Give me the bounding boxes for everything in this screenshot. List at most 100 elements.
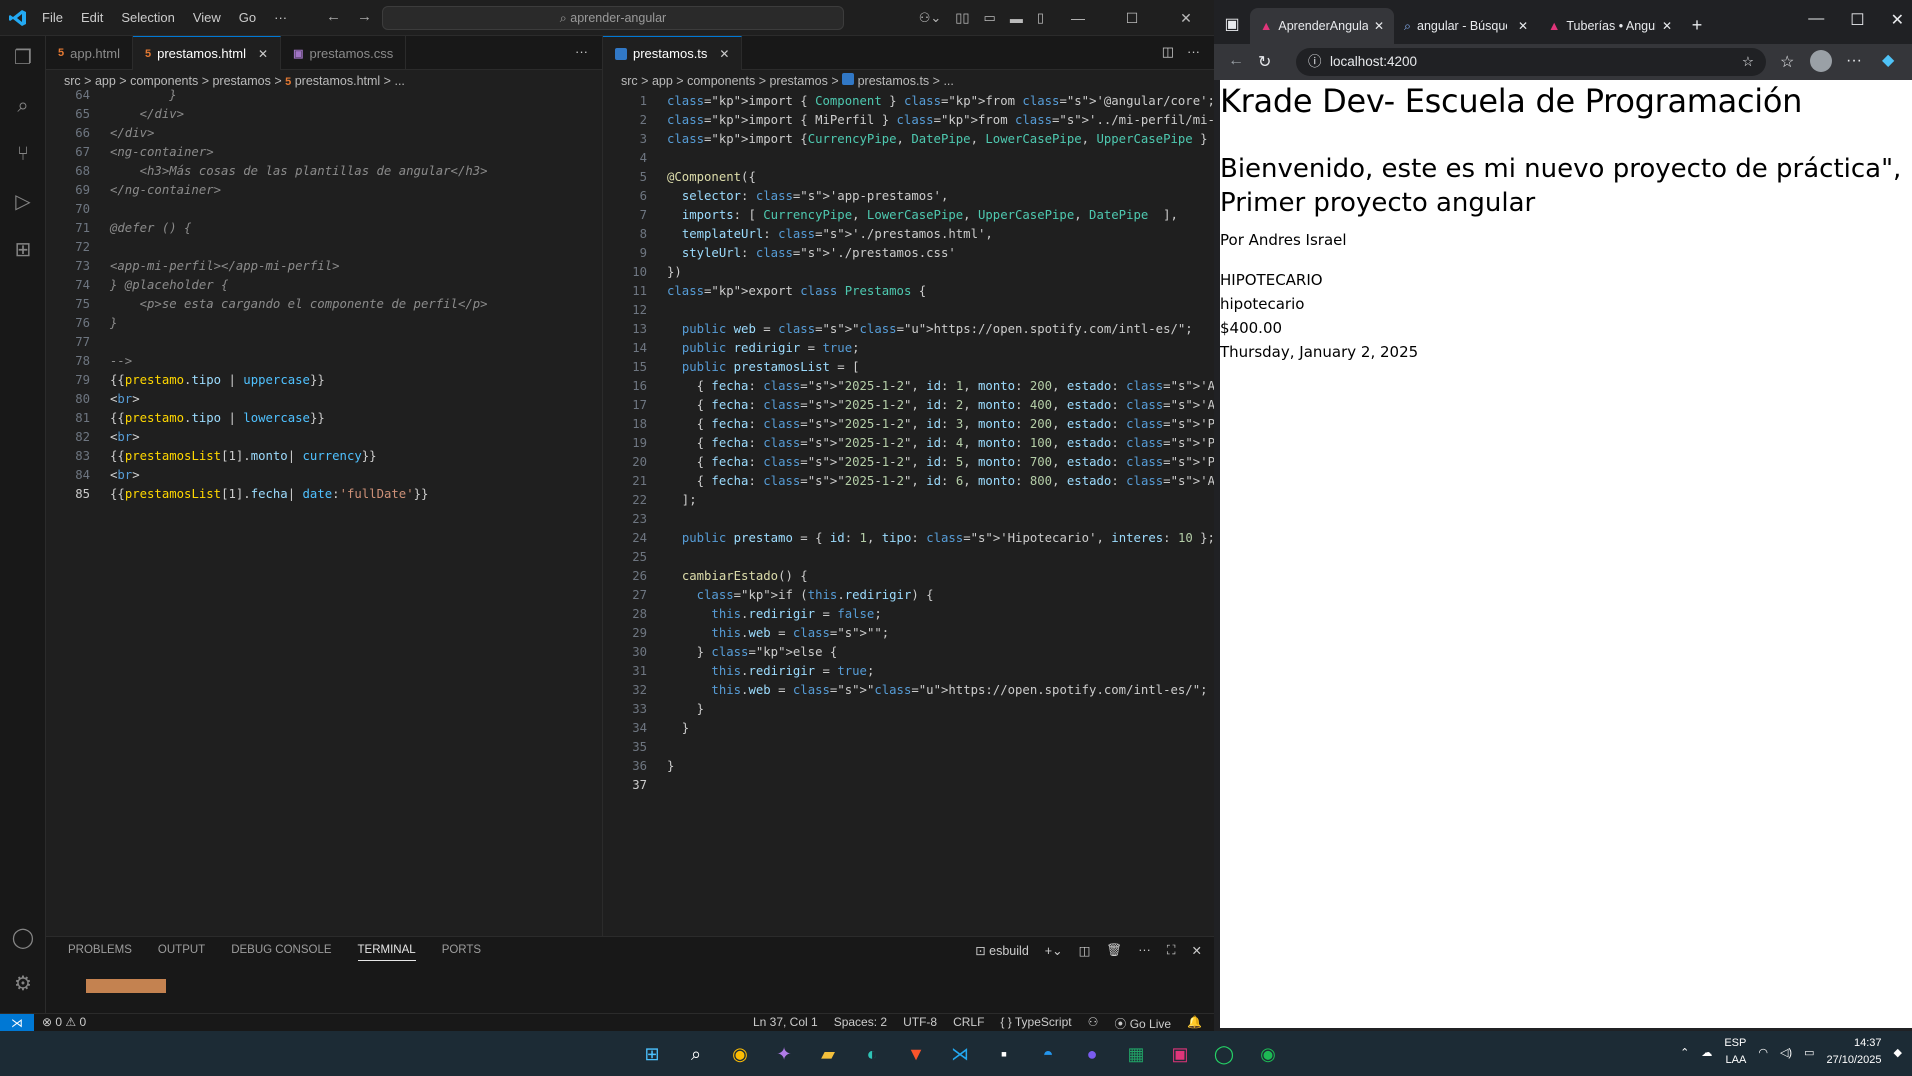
explorer-icon[interactable]: ❐ <box>11 46 35 70</box>
code-line[interactable]: 65 </div> <box>46 105 602 124</box>
chrome-icon[interactable]: ◉ <box>724 1038 756 1070</box>
split-editor-icon[interactable]: ◫ <box>1162 44 1174 60</box>
code-line[interactable]: 37 <box>603 776 1214 795</box>
file-explorer-icon[interactable]: ▰ <box>812 1038 844 1070</box>
code-line[interactable]: 79 {{prestamo.tipo | uppercase}} <box>46 371 602 390</box>
menu-edit[interactable]: Edit <box>81 10 103 25</box>
code-line[interactable]: 71 @defer () { <box>46 219 602 238</box>
more-actions-icon[interactable]: ··· <box>1138 943 1151 958</box>
maximize-icon[interactable]: ☐ <box>1112 10 1152 27</box>
code-line[interactable]: 5 @Component({ <box>603 168 1214 187</box>
browser-tab-aprender-angular[interactable]: ▲ AprenderAngular ✕ <box>1250 8 1394 44</box>
maximize-icon[interactable]: ☐ <box>1850 10 1864 30</box>
code-line[interactable]: 12 <box>603 301 1214 320</box>
code-line[interactable]: 19 { fecha: class="s">"2025-1-2", id: 4,… <box>603 434 1304 453</box>
code-line[interactable]: 22 ]; <box>603 491 1214 510</box>
notifications-bell-icon[interactable]: 🔔 <box>1187 1015 1202 1032</box>
code-line[interactable]: 10}) <box>603 263 1214 282</box>
close-tab-icon[interactable]: ✕ <box>1518 19 1528 33</box>
menu-file[interactable]: File <box>42 10 63 25</box>
windows-start-icon[interactable]: ⊞ <box>636 1038 668 1070</box>
code-line[interactable]: 7 imports: [ CurrencyPipe, LowerCasePipe… <box>603 206 1214 225</box>
profile-avatar[interactable] <box>1810 50 1832 72</box>
code-line[interactable]: 76} <box>46 314 602 333</box>
toggle-sidebar-icon[interactable]: ▭ <box>984 10 996 26</box>
code-line[interactable]: 28 this.redirigir = false; <box>603 605 1214 624</box>
code-line[interactable]: 74} @placeholder { <box>46 276 602 295</box>
tab-output[interactable]: OUTPUT <box>158 944 205 961</box>
code-line[interactable]: 29 this.web = class="s">""; <box>603 624 1214 643</box>
toggle-panel-icon[interactable]: ▬ <box>1010 11 1023 26</box>
tab-debug-console[interactable]: DEBUG CONSOLE <box>231 944 331 961</box>
code-line[interactable]: 83 {{prestamosList[1].monto| currency}} <box>46 447 602 466</box>
code-line[interactable]: 16 { fecha: class="s">"2025-1-2", id: 1,… <box>603 377 1296 396</box>
back-arrow-icon[interactable]: ← <box>1228 52 1244 70</box>
terminal-selector[interactable]: ⊡ esbuild <box>975 943 1029 958</box>
code-line[interactable]: 85 {{prestamosList[1].fecha| date:'fullDa… <box>46 485 602 504</box>
breadcrumb-item[interactable]: prestamos.ts <box>858 74 930 88</box>
breadcrumb-item[interactable]: components <box>687 74 755 88</box>
extensions-icon[interactable]: ⊞ <box>11 238 35 262</box>
code-line[interactable]: 17 { fecha: class="s">"2025-1-2", id: 2,… <box>603 396 1296 415</box>
cloud-icon[interactable]: ☁ <box>1701 1046 1712 1059</box>
vscode-icon[interactable]: ⋊ <box>944 1038 976 1070</box>
code-editor-ts[interactable]: 1 class="kp">import { Component } class="… <box>603 92 1356 795</box>
code-line[interactable]: 23 <box>603 510 1214 529</box>
indentation[interactable]: Spaces: 2 <box>834 1015 887 1032</box>
copilot-status-icon[interactable]: ⚇ <box>1088 1015 1099 1032</box>
tab-prestamos-css[interactable]: ▣ prestamos.css <box>281 36 407 70</box>
tab-prestamos-html[interactable]: 5 prestamos.html ✕ <box>133 36 282 70</box>
code-line[interactable]: 26 cambiarEstado() { <box>603 567 1214 586</box>
code-line[interactable]: 69 </ng-container> <box>46 181 602 200</box>
toggle-secondary-icon[interactable]: ▯ <box>1037 10 1044 26</box>
code-line[interactable]: 84 <br> <box>46 466 602 485</box>
code-line[interactable]: 8 templateUrl: class="s">'./prestamos.ht… <box>603 225 1214 244</box>
tab-actions-icon[interactable]: ▣ <box>1214 14 1250 44</box>
search-icon[interactable]: ⌕ <box>11 94 35 118</box>
code-line[interactable]: 9 styleUrl: class="s">'./prestamos.css' <box>603 244 1214 263</box>
back-arrow-icon[interactable]: ← <box>326 8 341 25</box>
code-line[interactable]: 80 <br> <box>46 390 602 409</box>
code-line[interactable]: 3 class="kp">import {CurrencyPipe, DatePi… <box>603 130 1356 149</box>
line-ending[interactable]: CRLF <box>953 1015 984 1032</box>
forward-arrow-icon[interactable]: → <box>357 8 372 25</box>
source-control-icon[interactable]: ⑂ <box>11 142 35 166</box>
breadcrumb-item[interactable]: src <box>621 74 638 88</box>
close-icon[interactable]: ✕ <box>1891 10 1904 30</box>
code-line[interactable]: 31 this.redirigir = true; <box>603 662 1214 681</box>
notification-icon[interactable]: ◆ <box>1894 1046 1902 1059</box>
maximize-panel-icon[interactable]: ⛶ <box>1167 943 1176 958</box>
encoding[interactable]: UTF-8 <box>903 1015 937 1032</box>
reload-icon[interactable]: ↻ <box>1258 52 1271 72</box>
tab-app-html[interactable]: 5 app.html <box>46 36 133 70</box>
code-line[interactable]: 36} <box>603 757 1214 776</box>
menu-go[interactable]: Go <box>239 10 256 25</box>
settings-gear-icon[interactable]: ⚙ <box>11 972 35 996</box>
terminal-output[interactable] <box>68 963 768 969</box>
code-line[interactable]: 21 { fecha: class="s">"2025-1-2", id: 6,… <box>603 472 1296 491</box>
code-line[interactable]: 20 { fecha: class="s">"2025-1-2", id: 5,… <box>603 453 1304 472</box>
code-line[interactable]: 67 <ng-container> <box>46 143 602 162</box>
app-icon[interactable]: ▣ <box>1164 1038 1196 1070</box>
volume-icon[interactable]: ◁) <box>1780 1046 1792 1059</box>
code-line[interactable]: 6 selector: class="s">'app-prestamos', <box>603 187 1214 206</box>
brave-icon[interactable]: ▼ <box>900 1038 932 1070</box>
tab-terminal[interactable]: TERMINAL <box>357 944 416 961</box>
wifi-icon[interactable]: ◠ <box>1758 1046 1768 1059</box>
code-line[interactable]: 68 <h3>Más cosas de las plantillas de an… <box>46 162 602 181</box>
code-line[interactable]: 15 public prestamosList = [ <box>603 358 1214 377</box>
close-tab-icon[interactable]: ✕ <box>719 47 729 61</box>
code-line[interactable]: 82 <br> <box>46 428 602 447</box>
code-line[interactable]: 25 <box>603 548 1214 567</box>
code-line[interactable]: 4 <box>603 149 1214 168</box>
minimize-icon[interactable]: — <box>1058 10 1098 26</box>
app-icon[interactable]: ● <box>1076 1038 1108 1070</box>
minimize-icon[interactable]: — <box>1808 10 1824 30</box>
code-line[interactable]: 66 </div> <box>46 124 602 143</box>
code-line[interactable]: 70 <box>46 200 602 219</box>
breadcrumb-item[interactable]: app <box>652 74 673 88</box>
whatsapp-icon[interactable]: ◯ <box>1208 1038 1240 1070</box>
edge-icon[interactable]: ◐ <box>856 1038 888 1070</box>
more-actions-icon[interactable]: ··· <box>1187 44 1200 59</box>
code-line[interactable]: 78 --> <box>46 352 602 371</box>
